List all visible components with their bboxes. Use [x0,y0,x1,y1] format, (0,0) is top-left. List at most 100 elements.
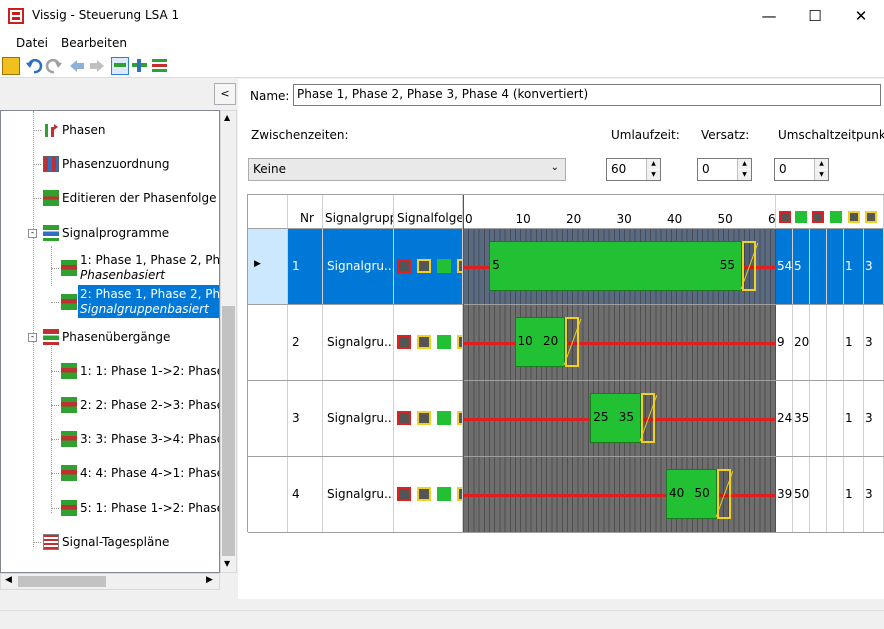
table-row[interactable]: ▶ 1 Signalgru... 5 55 54 5 1 3 [248,229,884,305]
table-row[interactable]: 4 Signalgru... 40 50 39 50 1 3 [248,457,884,533]
exit-icon[interactable] [2,57,20,75]
nr-cell[interactable]: 2 [288,305,323,380]
timeline-cell[interactable]: 25 35 [463,381,776,456]
timeline-cell[interactable]: 5 55 [463,229,776,304]
value-cell-4[interactable] [827,229,844,304]
column-header-signalfolge[interactable]: Signalfolge [394,195,463,229]
signal-view-2-icon[interactable] [131,57,149,75]
minimize-button[interactable]: — [746,0,792,32]
menu-bearbeiten[interactable]: Bearbeiten [61,36,127,50]
amber-phase-bar[interactable] [716,469,731,519]
tree-item-signalprogramm-1[interactable]: 1: Phase 1, Phase 2, Phas Phasenbasiert [1,251,219,285]
value-cell-4[interactable] [827,457,844,532]
amber-phase-bar[interactable] [741,241,756,291]
value-cell-4[interactable] [827,381,844,456]
column-header-signalgruppe[interactable]: Signalgruppe [323,195,394,229]
scroll-thumb[interactable] [18,576,106,587]
tree-vertical-scrollbar[interactable]: ▲ ▼ [220,110,237,573]
versatz-stepper[interactable]: 0 ▲ ▼ [697,158,752,181]
value-cell-3[interactable] [810,305,827,380]
signal-view-1-icon[interactable] [111,57,129,75]
redo-icon[interactable] [45,57,63,75]
value-cell-1[interactable]: 54 [776,229,793,304]
timeline-cell[interactable]: 40 50 [463,457,776,532]
value-cell-4[interactable] [827,305,844,380]
value-cell-2[interactable]: 5 [793,229,810,304]
nr-cell-text: 1 [292,259,300,273]
tree-expander-icon[interactable]: - [28,333,37,342]
table-row[interactable]: 2 Signalgru... 10 20 9 20 1 3 [248,305,884,381]
spin-up-icon[interactable]: ▲ [738,159,751,169]
close-button[interactable]: ✕ [838,0,884,32]
signalgruppe-cell[interactable]: Signalgru... [323,457,394,532]
spin-down-icon[interactable]: ▼ [647,170,660,180]
scroll-left-icon[interactable]: ◀ [5,575,12,585]
zwischenzeiten-select[interactable]: Keine ⌄ [248,158,566,181]
tree-item-signalprogramm-2[interactable]: 2: Phase 1, Phase 2, Phas Signalgruppenb… [1,285,219,319]
row-header[interactable] [248,381,288,456]
value-cell-3[interactable] [810,381,827,456]
value-cell-3[interactable] [810,457,827,532]
row-header[interactable]: ▶ [248,229,288,304]
arrow-left-icon[interactable] [68,57,86,75]
value-cell-6[interactable]: 3 [864,457,884,532]
signalfolge-cell[interactable] [394,229,463,304]
nr-cell[interactable]: 3 [288,381,323,456]
value-cell-2-text: 50 [794,487,810,501]
maximize-button[interactable]: ☐ [792,0,838,32]
signalgruppe-cell[interactable]: Signalgru... [323,381,394,456]
value-cell-5[interactable]: 1 [844,229,864,304]
amber-phase-bar[interactable] [640,393,655,443]
value-cell-5[interactable]: 1 [844,381,864,456]
signalfolge-cell[interactable] [394,457,463,532]
row-header[interactable] [248,457,288,532]
value-cell-1[interactable]: 9 [776,305,793,380]
scroll-up-icon[interactable]: ▲ [224,113,230,122]
undo-icon[interactable] [25,57,43,75]
row-marker-icon: ▶ [254,259,261,269]
umschaltzeitpunkt-stepper[interactable]: 0 ▲ ▼ [774,158,829,181]
umlaufzeit-stepper[interactable]: 60 ▲ ▼ [606,158,661,181]
signalfolge-cell[interactable] [394,305,463,380]
scroll-down-icon[interactable]: ▼ [224,559,230,568]
value-cell-2[interactable]: 20 [793,305,810,380]
signalprogramme-icon [43,225,59,241]
value-cell-5[interactable]: 1 [844,457,864,532]
collapse-pane-button[interactable]: < [214,83,236,105]
spin-down-icon[interactable]: ▼ [738,170,751,180]
spin-down-icon[interactable]: ▼ [815,170,828,180]
signal-view-3-icon[interactable] [151,57,169,75]
nr-cell[interactable]: 1 [288,229,323,304]
spin-up-icon[interactable]: ▲ [815,159,828,169]
value-cell-1[interactable]: 39 [776,457,793,532]
name-input[interactable]: Phase 1, Phase 2, Phase 3, Phase 4 (konv… [293,84,881,106]
value-cell-6[interactable]: 3 [864,381,884,456]
value-cell-1[interactable]: 24 [776,381,793,456]
arrow-right-icon[interactable] [88,57,106,75]
timeline-tick-label: 20 [566,212,582,226]
value-cell-6[interactable]: 3 [864,305,884,380]
nr-cell[interactable]: 4 [288,457,323,532]
amber-phase-bar[interactable] [565,317,579,367]
menu-datei[interactable]: Datei [16,36,48,50]
column-header-nr[interactable]: Nr [288,195,323,229]
value-cell-3[interactable] [810,229,827,304]
signalfolge-cell[interactable] [394,381,463,456]
value-cell-6[interactable]: 3 [864,229,884,304]
column-header-timeline[interactable]: 0 10 20 30 40 50 60 [463,195,776,229]
green-phase-bar[interactable] [489,241,742,291]
signalgruppe-cell[interactable]: Signalgru... [323,305,394,380]
spin-up-icon[interactable]: ▲ [647,159,660,169]
timeline-cell[interactable]: 10 20 [463,305,776,380]
signalgruppe-cell[interactable]: Signalgru... [323,229,394,304]
value-cell-5[interactable]: 1 [844,305,864,380]
value-cell-2[interactable]: 35 [793,381,810,456]
tree-horizontal-scrollbar[interactable]: ◀ ▶ [0,573,220,590]
row-header-corner [248,195,288,229]
scroll-right-icon[interactable]: ▶ [206,575,213,585]
row-header[interactable] [248,305,288,380]
value-cell-2[interactable]: 50 [793,457,810,532]
scroll-thumb[interactable] [222,306,235,556]
tree-expander-icon[interactable]: - [28,229,37,238]
table-row[interactable]: 3 Signalgru... 25 35 24 35 1 3 [248,381,884,457]
